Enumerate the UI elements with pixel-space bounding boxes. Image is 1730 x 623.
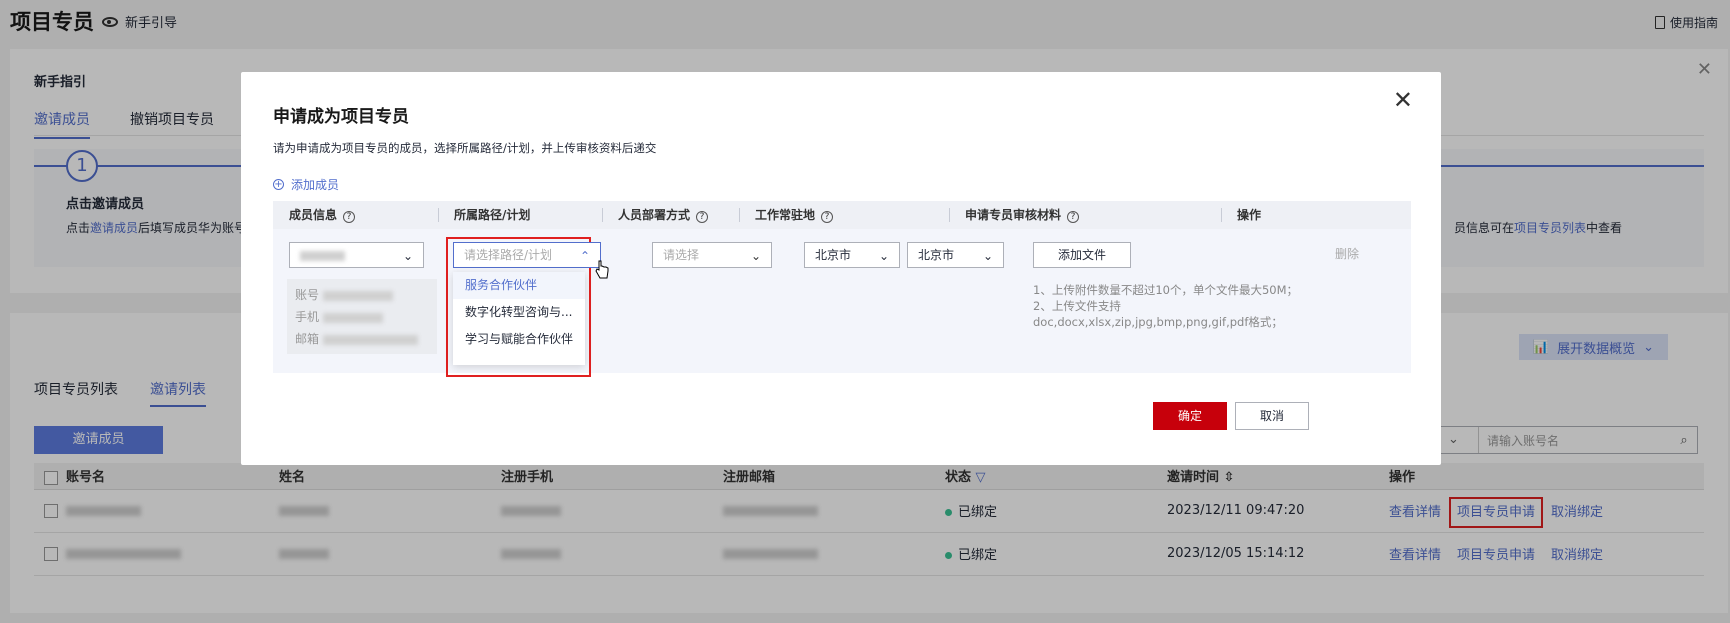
blurred-member xyxy=(300,250,345,261)
col-member-info-label: 成员信息 xyxy=(289,208,338,222)
chevron-down-icon: ⌄ xyxy=(750,249,761,263)
city-select[interactable]: 北京市 ⌄ xyxy=(907,242,1004,268)
help-icon[interactable]: ? xyxy=(343,211,356,223)
deploy-placeholder: 请选择 xyxy=(663,248,700,262)
member-phone-line: 手机 xyxy=(295,306,429,328)
path-select[interactable]: 请选择路径/计划 ⌃ xyxy=(453,242,601,268)
add-member-link[interactable]: + 添加成员 xyxy=(273,176,339,193)
col-materials-label: 申请专员审核材料 xyxy=(965,208,1062,222)
apply-specialist-dialog: 申请成为项目专员 请为申请成为项目专员的成员，选择所属路径/计划，并上传审核资料… xyxy=(241,72,1441,465)
member-details: 账号 手机 邮箱 xyxy=(287,279,437,354)
chevron-down-icon: ⌄ xyxy=(878,249,889,263)
cancel-button[interactable]: 取消 xyxy=(1235,402,1309,430)
member-email-label: 邮箱 xyxy=(295,332,320,346)
hand-cursor-icon xyxy=(595,260,609,279)
col-location-label: 工作常驻地 xyxy=(755,208,816,222)
dialog-title: 申请成为项目专员 xyxy=(273,107,409,127)
delete-link[interactable]: 删除 xyxy=(1335,245,1359,262)
note-line-2: 2、上传文件支持doc,docx,xlsx,zip,jpg,bmp,png,gi… xyxy=(1033,299,1283,329)
member-select[interactable]: ⌄ xyxy=(289,242,424,268)
path-placeholder: 请选择路径/计划 xyxy=(464,248,553,262)
col-member-info: 成员信息? xyxy=(273,201,438,229)
option-service-partner[interactable]: 服务合作伙伴 xyxy=(453,272,585,299)
path-dropdown: 服务合作伙伴 数字化转型咨询与... 学习与赋能合作伙伴 xyxy=(453,272,585,365)
city-value: 北京市 xyxy=(918,248,955,262)
col-deploy-label: 人员部署方式 xyxy=(618,208,691,222)
col-location: 工作常驻地? xyxy=(739,201,949,229)
member-account-line: 账号 xyxy=(295,284,429,306)
chevron-down-icon: ⌄ xyxy=(982,249,993,263)
blurred-phone xyxy=(322,312,383,323)
upload-notes: 1、上传附件数量不超过10个，单个文件最大50M； 2、上传文件支持doc,do… xyxy=(1033,282,1323,330)
confirm-button[interactable]: 确定 xyxy=(1153,402,1227,430)
option-digital-consulting[interactable]: 数字化转型咨询与... xyxy=(453,299,585,326)
help-icon[interactable]: ? xyxy=(821,211,834,223)
province-select[interactable]: 北京市 ⌄ xyxy=(804,242,900,268)
blurred-account xyxy=(322,290,393,301)
col-path: 所属路径/计划 xyxy=(438,201,602,229)
note-line-1: 1、上传附件数量不超过10个，单个文件最大50M； xyxy=(1033,283,1299,297)
col-ops: 操作 xyxy=(1221,201,1321,229)
help-icon[interactable]: ? xyxy=(696,211,709,223)
chevron-up-icon: ⌃ xyxy=(579,249,590,263)
page: 项目专员 新手引导 使用指南 新手指引 ✕ 邀请成员 撤销项目专员 1 点击邀请… xyxy=(0,0,1730,623)
member-account-label: 账号 xyxy=(295,288,320,302)
member-email-line: 邮箱 xyxy=(295,328,429,350)
help-icon[interactable]: ? xyxy=(1067,211,1080,223)
chevron-down-icon: ⌄ xyxy=(402,249,413,263)
blurred-email xyxy=(322,334,418,345)
add-member-label: 添加成员 xyxy=(291,178,340,192)
option-learning-partner[interactable]: 学习与赋能合作伙伴 xyxy=(453,326,585,353)
col-deploy: 人员部署方式? xyxy=(602,201,739,229)
member-phone-label: 手机 xyxy=(295,310,320,324)
add-file-button[interactable]: 添加文件 xyxy=(1033,242,1131,268)
close-icon[interactable]: ✕ xyxy=(1393,86,1413,114)
member-table-header: 成员信息? 所属路径/计划 人员部署方式? 工作常驻地? 申请专员审核材料? 操… xyxy=(273,201,1411,229)
plus-circle-icon: + xyxy=(273,179,284,190)
dialog-subtitle: 请为申请成为项目专员的成员，选择所属路径/计划，并上传审核资料后递交 xyxy=(273,141,657,155)
province-value: 北京市 xyxy=(815,248,852,262)
deploy-select[interactable]: 请选择 ⌄ xyxy=(652,242,772,268)
member-table-row: ⌄ 账号 手机 邮箱 请选择路径/计划 ⌃ 服务合作伙伴 数字化转型咨询与...… xyxy=(273,229,1411,377)
col-materials: 申请专员审核材料? xyxy=(949,201,1221,229)
